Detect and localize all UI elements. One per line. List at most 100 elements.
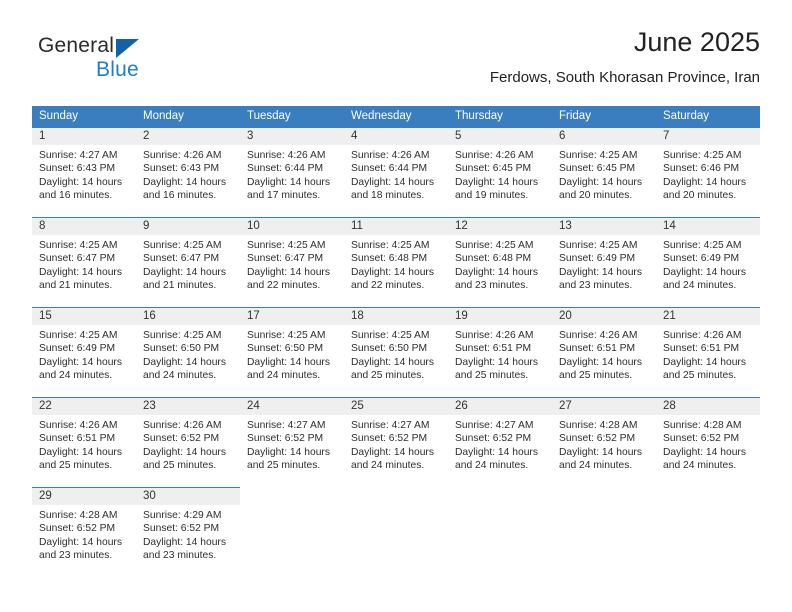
sunrise-text: Sunrise: 4:26 AM [663,330,742,341]
sunset-text: Sunset: 6:52 PM [143,523,220,535]
page-header: General Blue June 2025 Ferdows, South Kh… [32,26,760,96]
calendar-week-row: 8 Sunrise: 4:25 AM Sunset: 6:47 PM Daylight… [32,217,760,307]
day-info: Sunrise: 4:26 AM Sunset: 6:52 PM Daylight:… [136,415,240,472]
sunset-text: Sunset: 6:51 PM [559,343,636,355]
calendar-day-empty [344,487,448,577]
calendar-day[interactable]: 16 Sunrise: 4:25 AM Sunset: 6:50 PM Dayligh… [136,307,240,397]
calendar-day[interactable]: 9 Sunrise: 4:25 AM Sunset: 6:47 PM Daylight… [136,217,240,307]
weekday-header-sunday: Sunday [32,106,136,127]
calendar-cell: 12 Sunrise: 4:25 AM Sunset: 6:48 PM Dayligh… [448,217,552,307]
sunset-text: Sunset: 6:52 PM [39,523,116,535]
calendar-day[interactable]: 27 Sunrise: 4:28 AM Sunset: 6:52 PM Dayligh… [552,397,656,487]
calendar-day[interactable]: 13 Sunrise: 4:25 AM Sunset: 6:49 PM Dayligh… [552,217,656,307]
calendar-day[interactable]: 10 Sunrise: 4:25 AM Sunset: 6:47 PM Dayligh… [240,217,344,307]
calendar-cell: 27 Sunrise: 4:28 AM Sunset: 6:52 PM Dayligh… [552,397,656,487]
weekday-header-row: Sunday Monday Tuesday Wednesday Thursday… [32,106,760,127]
day-number: 8 [32,218,136,235]
day-info: Sunrise: 4:26 AM Sunset: 6:43 PM Daylight:… [136,145,240,202]
daylight-text-line1: Daylight: 14 hours [455,176,538,188]
calendar-day[interactable]: 24 Sunrise: 4:27 AM Sunset: 6:52 PM Dayligh… [240,397,344,487]
sunset-text: Sunset: 6:44 PM [351,163,428,175]
daylight-text-line1: Daylight: 14 hours [559,446,642,458]
calendar-day[interactable]: 11 Sunrise: 4:25 AM Sunset: 6:48 PM Dayligh… [344,217,448,307]
sunset-text: Sunset: 6:50 PM [247,343,324,355]
day-number: 7 [656,128,760,145]
logo-primary-text: General [38,34,115,57]
calendar-day[interactable]: 3 Sunrise: 4:26 AM Sunset: 6:44 PM Daylight… [240,127,344,217]
day-number: 11 [344,218,448,235]
calendar-day[interactable]: 7 Sunrise: 4:25 AM Sunset: 6:46 PM Daylight… [656,127,760,217]
daylight-text-line2: and 21 minutes. [39,279,113,291]
calendar-day[interactable]: 19 Sunrise: 4:26 AM Sunset: 6:51 PM Dayligh… [448,307,552,397]
calendar-day[interactable]: 23 Sunrise: 4:26 AM Sunset: 6:52 PM Dayligh… [136,397,240,487]
calendar-day-empty [448,487,552,577]
calendar-day[interactable]: 26 Sunrise: 4:27 AM Sunset: 6:52 PM Dayligh… [448,397,552,487]
daylight-text-line2: and 24 minutes. [663,279,737,291]
sunset-text: Sunset: 6:43 PM [39,163,116,175]
sunrise-text: Sunrise: 4:26 AM [559,330,638,341]
daylight-text-line2: and 16 minutes. [143,189,217,201]
calendar-day[interactable]: 2 Sunrise: 4:26 AM Sunset: 6:43 PM Daylight… [136,127,240,217]
sunrise-text: Sunrise: 4:26 AM [143,150,222,161]
daylight-text-line1: Daylight: 14 hours [143,536,226,548]
daylight-text-line1: Daylight: 14 hours [39,266,122,278]
calendar-day[interactable]: 25 Sunrise: 4:27 AM Sunset: 6:52 PM Dayligh… [344,397,448,487]
sunrise-text: Sunrise: 4:27 AM [247,420,326,431]
page-title: June 2025 [633,27,760,57]
day-info: Sunrise: 4:25 AM Sunset: 6:50 PM Daylight:… [240,325,344,382]
daylight-text-line1: Daylight: 14 hours [143,446,226,458]
calendar-day[interactable]: 21 Sunrise: 4:26 AM Sunset: 6:51 PM Dayligh… [656,307,760,397]
sunset-text: Sunset: 6:50 PM [351,343,428,355]
daylight-text-line1: Daylight: 14 hours [455,356,538,368]
daylight-text-line2: and 22 minutes. [351,279,425,291]
calendar-day[interactable]: 18 Sunrise: 4:25 AM Sunset: 6:50 PM Dayligh… [344,307,448,397]
sunrise-text: Sunrise: 4:27 AM [39,150,118,161]
sunset-text: Sunset: 6:49 PM [559,253,636,265]
calendar-cell: 2 Sunrise: 4:26 AM Sunset: 6:43 PM Daylight… [136,127,240,217]
calendar-day[interactable]: 5 Sunrise: 4:26 AM Sunset: 6:45 PM Daylight… [448,127,552,217]
sunset-text: Sunset: 6:47 PM [39,253,116,265]
sunrise-text: Sunrise: 4:26 AM [455,150,534,161]
sunset-text: Sunset: 6:52 PM [455,433,532,445]
calendar-body: 1 Sunrise: 4:27 AM Sunset: 6:43 PM Daylight… [32,127,760,577]
daylight-text-line2: and 23 minutes. [143,549,217,561]
calendar-cell [448,487,552,577]
calendar-day[interactable]: 8 Sunrise: 4:25 AM Sunset: 6:47 PM Daylight… [32,217,136,307]
calendar-day[interactable]: 14 Sunrise: 4:25 AM Sunset: 6:49 PM Dayligh… [656,217,760,307]
day-number: 20 [552,308,656,325]
day-number: 22 [32,398,136,415]
calendar-day[interactable]: 17 Sunrise: 4:25 AM Sunset: 6:50 PM Dayligh… [240,307,344,397]
daylight-text-line2: and 25 minutes. [39,459,113,471]
daylight-text-line1: Daylight: 14 hours [39,356,122,368]
calendar-cell: 15 Sunrise: 4:25 AM Sunset: 6:49 PM Dayligh… [32,307,136,397]
day-info: Sunrise: 4:26 AM Sunset: 6:51 PM Daylight:… [32,415,136,472]
sunrise-text: Sunrise: 4:26 AM [455,330,534,341]
generalblue-logo[interactable]: General Blue [38,34,238,88]
day-info: Sunrise: 4:25 AM Sunset: 6:47 PM Daylight:… [240,235,344,292]
day-info: Sunrise: 4:27 AM Sunset: 6:52 PM Daylight:… [344,415,448,472]
daylight-text-line2: and 19 minutes. [455,189,529,201]
calendar-cell: 3 Sunrise: 4:26 AM Sunset: 6:44 PM Daylight… [240,127,344,217]
calendar-day[interactable]: 29 Sunrise: 4:28 AM Sunset: 6:52 PM Dayligh… [32,487,136,577]
calendar-day[interactable]: 20 Sunrise: 4:26 AM Sunset: 6:51 PM Dayligh… [552,307,656,397]
calendar-day[interactable]: 6 Sunrise: 4:25 AM Sunset: 6:45 PM Daylight… [552,127,656,217]
calendar-day[interactable]: 30 Sunrise: 4:29 AM Sunset: 6:52 PM Dayligh… [136,487,240,577]
title-block: June 2025 Ferdows, South Khorasan Provin… [490,26,760,88]
calendar-cell: 16 Sunrise: 4:25 AM Sunset: 6:50 PM Dayligh… [136,307,240,397]
calendar-day[interactable]: 4 Sunrise: 4:26 AM Sunset: 6:44 PM Daylight… [344,127,448,217]
calendar-day[interactable]: 12 Sunrise: 4:25 AM Sunset: 6:48 PM Dayligh… [448,217,552,307]
calendar-day[interactable]: 28 Sunrise: 4:28 AM Sunset: 6:52 PM Dayligh… [656,397,760,487]
calendar-day[interactable]: 22 Sunrise: 4:26 AM Sunset: 6:51 PM Dayligh… [32,397,136,487]
calendar-cell: 1 Sunrise: 4:27 AM Sunset: 6:43 PM Daylight… [32,127,136,217]
weekday-header-monday: Monday [136,106,240,127]
daylight-text-line2: and 24 minutes. [559,459,633,471]
daylight-text-line2: and 16 minutes. [39,189,113,201]
day-number: 18 [344,308,448,325]
calendar-page: General Blue June 2025 Ferdows, South Kh… [0,0,792,612]
day-number: 3 [240,128,344,145]
calendar-cell: 22 Sunrise: 4:26 AM Sunset: 6:51 PM Dayligh… [32,397,136,487]
calendar-day[interactable]: 15 Sunrise: 4:25 AM Sunset: 6:49 PM Dayligh… [32,307,136,397]
day-info: Sunrise: 4:27 AM Sunset: 6:43 PM Daylight:… [32,145,136,202]
calendar-day[interactable]: 1 Sunrise: 4:27 AM Sunset: 6:43 PM Daylight… [32,127,136,217]
calendar-cell: 21 Sunrise: 4:26 AM Sunset: 6:51 PM Dayligh… [656,307,760,397]
